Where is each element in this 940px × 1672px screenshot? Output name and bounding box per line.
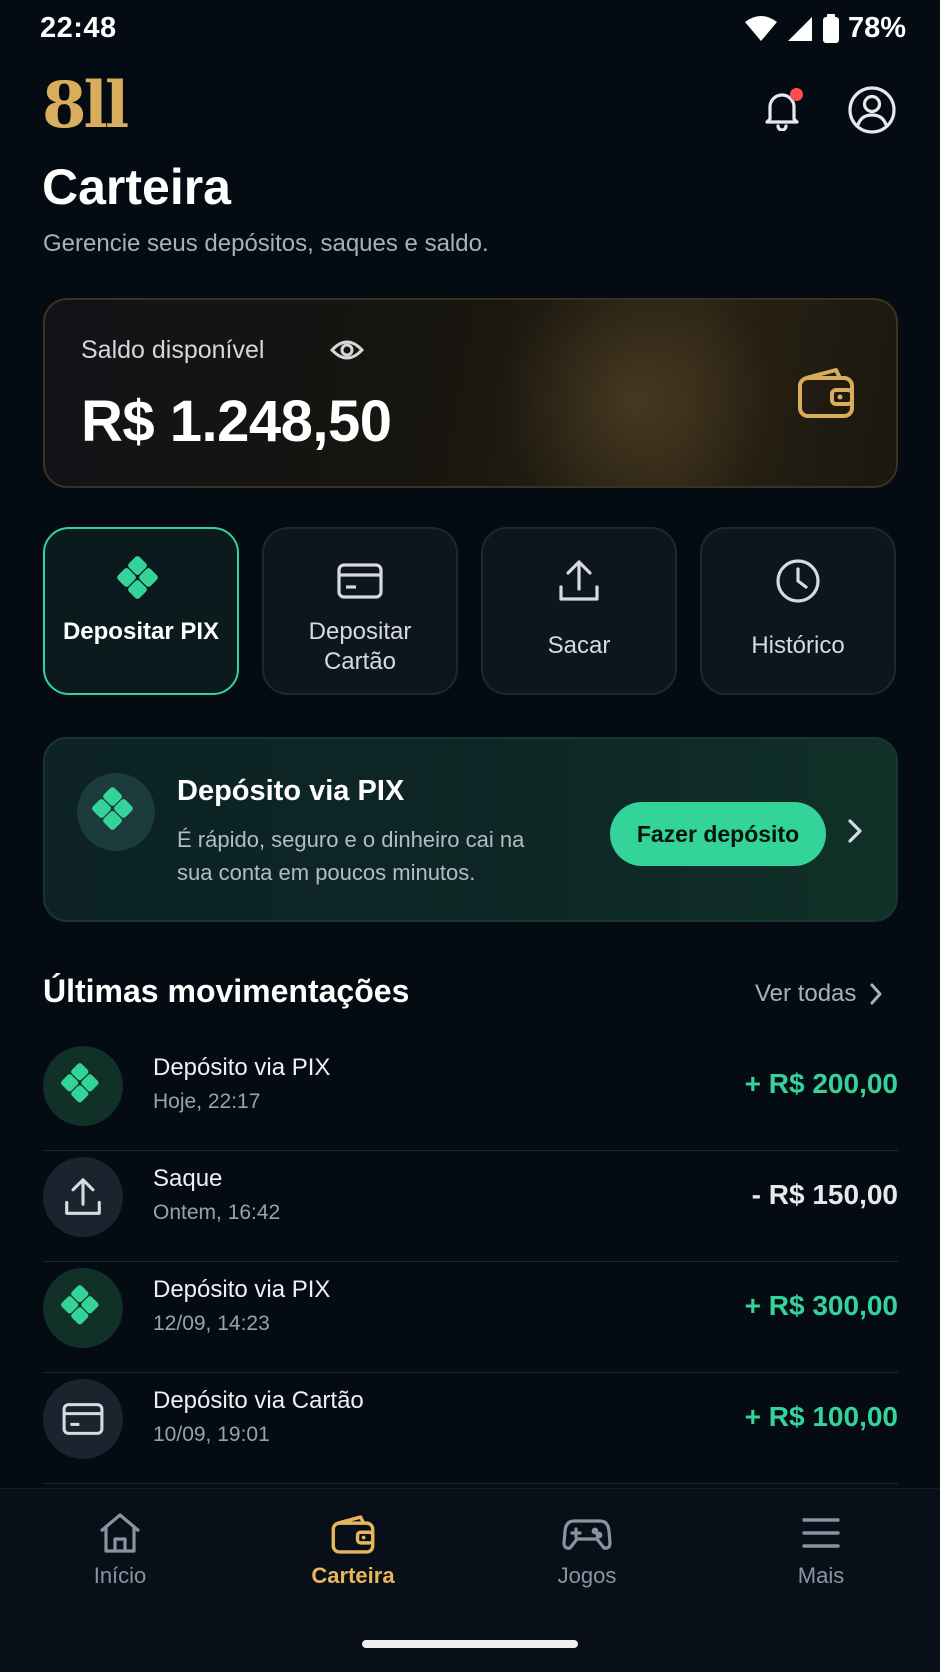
upload-icon	[65, 1178, 101, 1215]
quick-actions: Depositar PIX Depositar Cartão Sacar His…	[43, 527, 898, 695]
chevron-right-icon	[870, 983, 882, 1005]
balance-card: Saldo disponível R$ 1.248,50	[43, 298, 898, 488]
user-icon	[848, 86, 896, 134]
chevron-right-icon[interactable]	[845, 817, 865, 850]
notification-badge	[790, 88, 803, 101]
tx-title: Depósito via Cartão	[153, 1387, 364, 1414]
transaction-row[interactable]: Depósito via PIX 12/09, 14:23 + R$ 300,0…	[43, 1262, 898, 1373]
tx-icon-badge	[43, 1046, 123, 1126]
history-button[interactable]: Histórico	[700, 527, 896, 695]
tx-amount: - R$ 150,00	[751, 1179, 898, 1210]
card-icon	[337, 563, 383, 599]
upload-icon	[559, 560, 599, 601]
brand-logo[interactable]: 8ll	[42, 74, 129, 138]
clock-icon	[776, 559, 820, 603]
battery-percent: 78%	[847, 12, 906, 44]
nav-label: Carteira	[311, 1563, 395, 1588]
wallet-icon	[796, 362, 856, 427]
see-all-link[interactable]: Ver todas	[755, 980, 884, 1008]
balance-value: R$ 1.248,50	[81, 389, 392, 454]
transaction-row[interactable]: Depósito via PIX Hoje, 22:17 + R$ 200,00	[43, 1040, 898, 1151]
deposit-card-button[interactable]: Depositar Cartão	[262, 527, 458, 695]
tx-date: 12/09, 14:23	[153, 1312, 270, 1335]
action-label: Depositar PIX	[62, 618, 220, 645]
status-bar: 22:48 78%	[0, 0, 940, 56]
tx-icon-badge	[43, 1379, 123, 1459]
tx-date: Hoje, 22:17	[153, 1090, 261, 1113]
page-title: Carteira	[42, 159, 231, 215]
status-icons: 78%	[744, 12, 906, 45]
transactions-title: Últimas movimentações	[43, 973, 410, 1009]
menu-icon	[802, 1518, 840, 1548]
home-icon	[99, 1513, 141, 1553]
pix-icon	[61, 1285, 99, 1325]
action-label: Sacar	[547, 632, 611, 659]
tx-icon-badge	[43, 1268, 123, 1348]
tx-date: 10/09, 19:01	[153, 1423, 270, 1446]
pix-promo-banner[interactable]: Depósito via PIX É rápido, seguro e o di…	[43, 737, 898, 922]
wallet-screen: 22:48 78% 8ll Carteira Gerencie seus dep…	[0, 0, 940, 1672]
home-indicator[interactable]	[362, 1640, 578, 1648]
nav-item-games[interactable]: Jogos	[507, 1511, 667, 1589]
transaction-row[interactable]: Saque Ontem, 16:42 - R$ 150,00	[43, 1151, 898, 1262]
pix-banner-description: É rápido, seguro e o dinheiro cai na sua…	[177, 827, 525, 885]
page-subtitle: Gerencie seus depósitos, saques e saldo.	[43, 230, 489, 257]
pix-icon	[92, 787, 133, 830]
nav-item-home[interactable]: Início	[40, 1511, 200, 1589]
make-deposit-button[interactable]: Fazer depósito	[610, 802, 826, 866]
tx-amount: + R$ 300,00	[744, 1290, 898, 1321]
action-label: Histórico	[751, 632, 845, 659]
nav-item-more[interactable]: Mais	[741, 1511, 901, 1589]
eye-icon[interactable]	[329, 336, 365, 369]
wallet-icon	[331, 1515, 375, 1554]
pix-icon	[61, 1063, 99, 1103]
tx-title: Depósito via PIX	[153, 1276, 331, 1303]
withdraw-button[interactable]: Sacar	[481, 527, 677, 695]
nav-label: Início	[93, 1563, 147, 1588]
tx-date: Ontem, 16:42	[153, 1201, 281, 1224]
tx-title: Depósito via PIX	[153, 1054, 331, 1081]
status-time: 22:48	[40, 12, 117, 44]
transaction-row[interactable]: Depósito via Cartão 10/09, 19:01 + R$ 10…	[43, 1373, 898, 1484]
pix-badge	[77, 773, 155, 851]
pix-icon	[117, 556, 158, 599]
nav-label: Mais	[797, 1563, 845, 1588]
see-all-label: Ver todas	[755, 980, 857, 1007]
gamepad-icon	[562, 1519, 612, 1550]
battery-icon	[822, 13, 839, 43]
tx-amount: + R$ 100,00	[744, 1401, 898, 1432]
card-icon	[62, 1403, 104, 1435]
pix-banner-title: Depósito via PIX	[177, 775, 405, 807]
nav-label: Jogos	[557, 1563, 617, 1588]
tx-icon-badge	[43, 1157, 123, 1237]
tx-amount: + R$ 200,00	[744, 1068, 898, 1099]
profile-button[interactable]	[846, 84, 898, 136]
tx-title: Saque	[153, 1165, 223, 1192]
card-glow	[496, 300, 776, 486]
action-label: Depositar Cartão	[308, 618, 412, 675]
wifi-icon	[744, 15, 777, 41]
deposit-pix-button[interactable]: Depositar PIX	[43, 527, 239, 695]
signal-icon	[787, 16, 812, 41]
nav-item-wallet[interactable]: Carteira	[273, 1511, 433, 1589]
transactions-list: Depósito via PIX Hoje, 22:17 + R$ 200,00…	[43, 1040, 898, 1484]
balance-label: Saldo disponível	[81, 336, 265, 364]
